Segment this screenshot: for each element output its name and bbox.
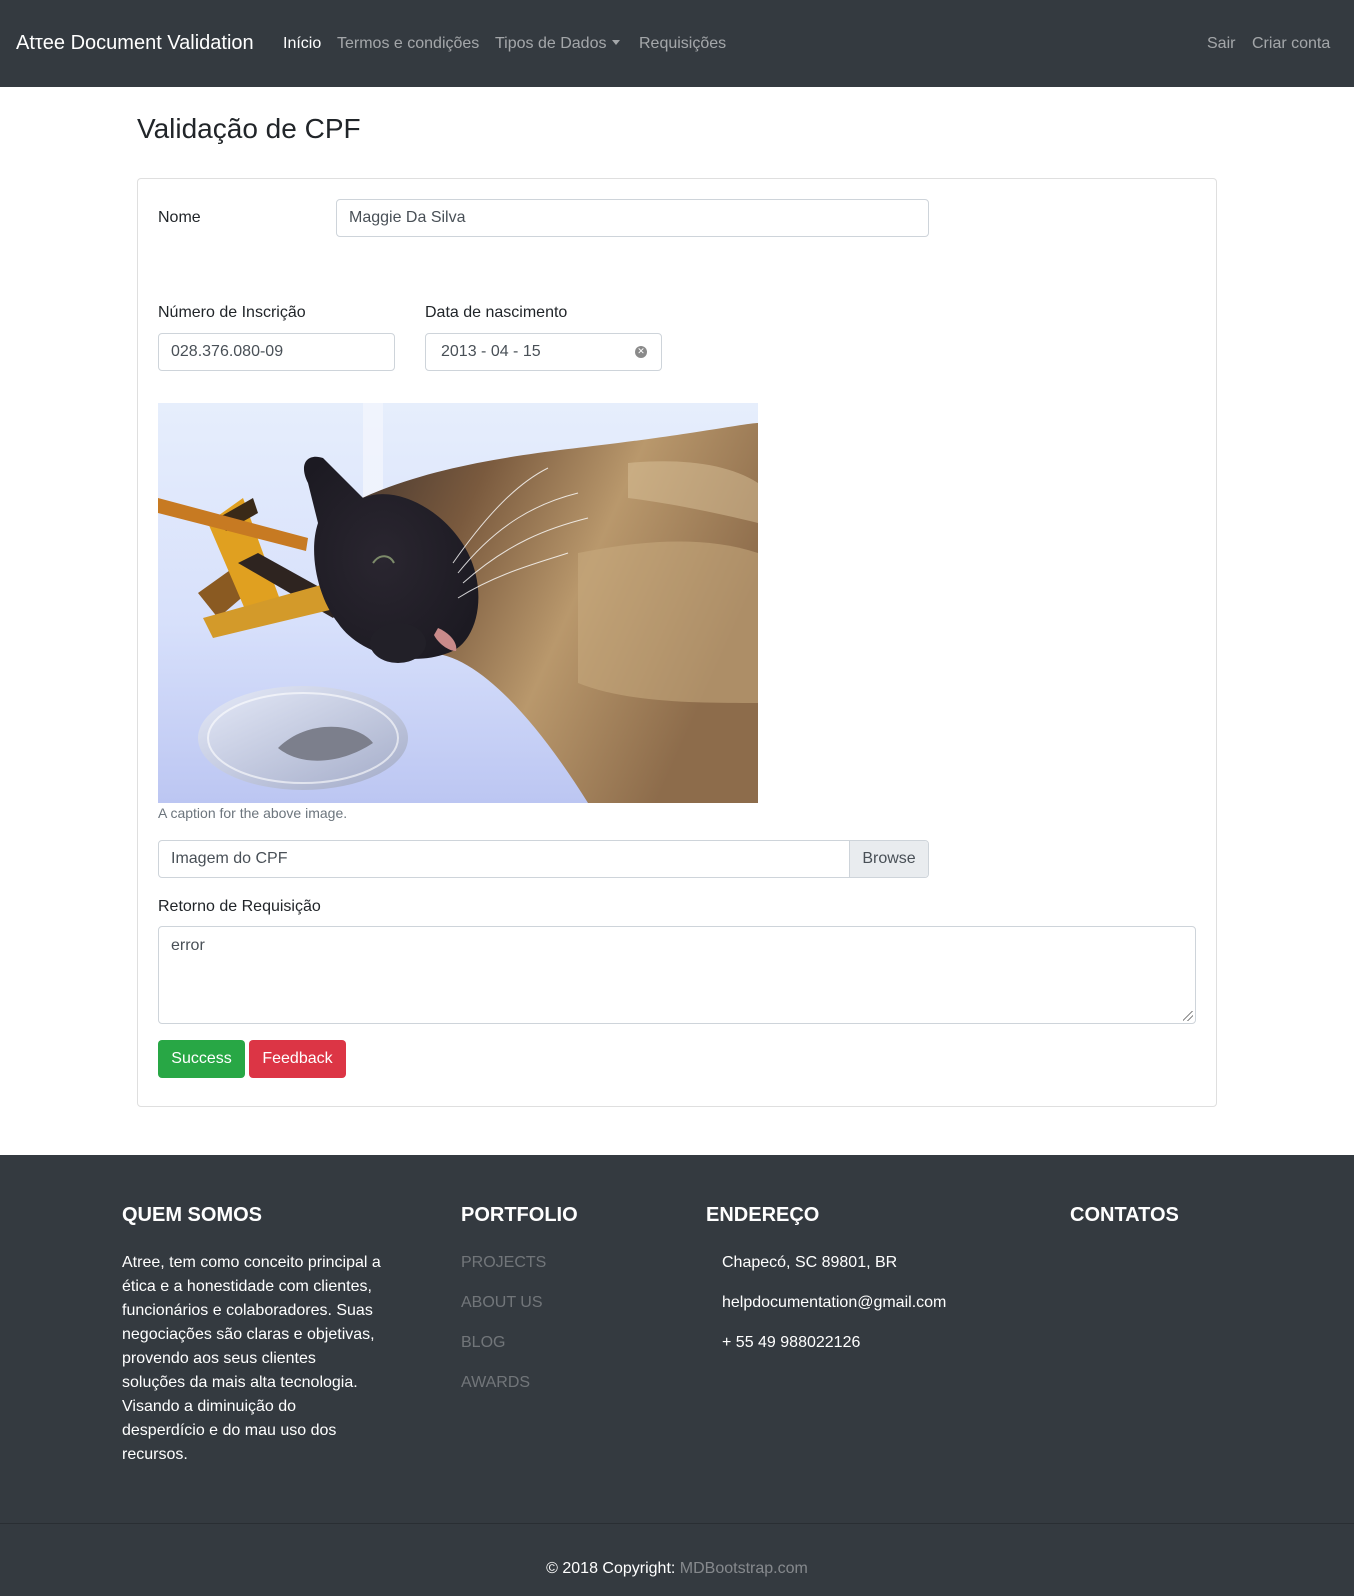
address-location: Chapecó, SC 89801, BR <box>722 1254 898 1271</box>
address-phone: + 55 49 988022126 <box>722 1334 861 1351</box>
copyright: © 2018 Copyright: MDBootstrap.com <box>0 1560 1354 1578</box>
address-heading: ENDEREÇO <box>706 1204 820 1226</box>
browse-button[interactable]: Browse <box>849 841 928 877</box>
registration-label: Número de Inscrição <box>158 304 306 321</box>
nav-link-requisicoes[interactable]: Requisições <box>639 35 726 53</box>
page-title: Validação de CPF <box>137 113 361 144</box>
nav-link-criar-conta[interactable]: Criar conta <box>1252 35 1330 53</box>
name-label: Nome <box>158 209 201 226</box>
copyright-link[interactable]: MDBootstrap.com <box>680 1560 808 1577</box>
response-label: Retorno de Requisição <box>158 898 321 915</box>
brand-logo[interactable]: Atτee Document Validation <box>16 32 254 55</box>
contacts-heading: CONTATOS <box>1070 1204 1179 1226</box>
caret-down-icon <box>612 40 621 45</box>
about-text: Atree, tem como conceito principal a éti… <box>122 1254 381 1463</box>
response-value: error <box>171 937 205 954</box>
clear-icon[interactable]: ✕ <box>635 346 647 358</box>
response-textarea[interactable]: error <box>158 926 1196 1024</box>
cpf-image <box>158 403 758 803</box>
feedback-button[interactable]: Feedback <box>249 1040 346 1078</box>
birthdate-input[interactable]: 2013 - 04 - 15 ✕ <box>425 333 662 371</box>
footer-link-awards[interactable]: AWARDS <box>461 1374 530 1392</box>
about-heading: QUEM SOMOS <box>122 1204 263 1226</box>
copyright-text: © 2018 Copyright: <box>546 1560 676 1577</box>
footer-link-blog[interactable]: BLOG <box>461 1334 505 1352</box>
footer-divider <box>0 1523 1354 1524</box>
resize-handle-icon[interactable] <box>1183 1011 1193 1021</box>
birthdate-value: 2013 - 04 - 15 <box>441 343 541 360</box>
image-caption: A caption for the above image. <box>158 805 348 821</box>
registration-input[interactable]: 028.376.080-09 <box>158 333 395 371</box>
nav-dropdown-tipos-de-dados[interactable]: Tipos de Dados <box>495 35 621 53</box>
top-navbar: Atτee Document Validation Início Termos … <box>0 0 1354 87</box>
nav-link-sair[interactable]: Sair <box>1207 35 1235 53</box>
page-footer: QUEM SOMOS Atree, tem como conceito prin… <box>0 1155 1354 1596</box>
file-upload-input[interactable]: Imagem do CPF Browse <box>158 840 929 878</box>
nav-dropdown-label: Tipos de Dados <box>495 35 607 52</box>
nav-link-termos[interactable]: Termos e condições <box>337 35 479 53</box>
nav-link-inicio[interactable]: Início <box>283 35 321 53</box>
name-input[interactable]: Maggie Da Silva <box>336 199 929 237</box>
portfolio-heading: PORTFOLIO <box>461 1204 578 1226</box>
birthdate-label: Data de nascimento <box>425 304 568 321</box>
address-email: helpdocumentation@gmail.com <box>722 1294 947 1311</box>
footer-link-projects[interactable]: PROJECTS <box>461 1254 546 1272</box>
footer-link-about-us[interactable]: ABOUT US <box>461 1294 543 1312</box>
file-upload-label: Imagem do CPF <box>171 850 288 867</box>
success-button[interactable]: Success <box>158 1040 245 1078</box>
